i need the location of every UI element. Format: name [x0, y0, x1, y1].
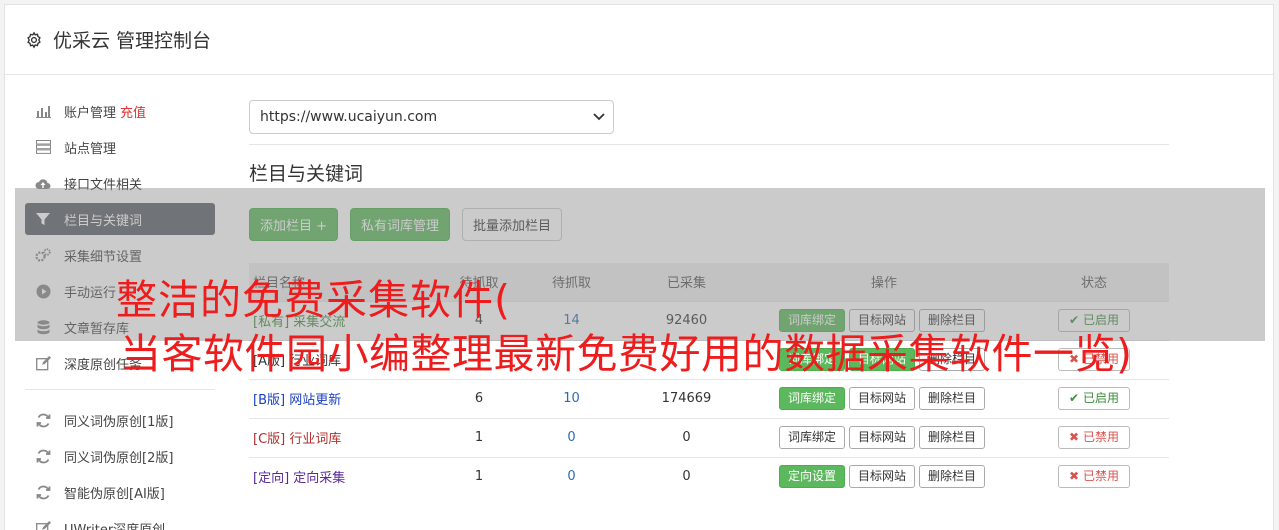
- row-actions: 词库绑定 目标网站 删除栏目: [749, 417, 1019, 457]
- row-status: ✖ 已禁用: [1019, 417, 1169, 457]
- sidebar-divider: [25, 389, 215, 390]
- row-col1: 1: [439, 456, 519, 496]
- row-col1: 6: [439, 378, 519, 418]
- target-site-button[interactable]: 目标网站: [848, 426, 915, 449]
- row-col2[interactable]: 0: [519, 417, 624, 457]
- bind-lexicon-button[interactable]: 词库绑定: [778, 348, 845, 371]
- delete-column-button[interactable]: 删除栏目: [919, 348, 986, 371]
- sidebar-item-label: 智能伪原创[AI版]: [64, 486, 165, 502]
- table-row: [C版] 行业词库 1 0 0 词库绑定 目标网站 删除栏目 ✖ 已禁用: [249, 417, 1169, 457]
- row-col1: [439, 339, 519, 379]
- refresh-icon: [35, 412, 51, 428]
- row-name[interactable]: [B版] 网站更新: [249, 378, 439, 418]
- section-title: 栏目与关键词: [249, 163, 364, 185]
- table-row: [A版] 行业词库 词库绑定 目标网站 删除栏目 ✖ 已禁用: [249, 339, 1169, 379]
- recharge-link[interactable]: 充值: [120, 102, 146, 121]
- sidebar-item-label: 深度原创任务: [64, 357, 143, 373]
- divider: [249, 144, 1169, 145]
- row-name[interactable]: [定向] 定向采集: [249, 456, 439, 496]
- status-label: 已禁用: [1082, 430, 1119, 444]
- sidebar-item-sites[interactable]: 站点管理: [25, 131, 215, 163]
- sidebar-item-label: 同义词伪原创[1版]: [64, 414, 174, 430]
- directed-settings-button[interactable]: 定向设置: [778, 465, 845, 489]
- console-title: 优采云 管理控制台: [53, 30, 212, 52]
- sidebar-item-uwriter[interactable]: UWriter深度原创: [25, 512, 215, 530]
- headline-overlay-band: [15, 188, 1265, 341]
- delete-column-button[interactable]: 删除栏目: [919, 465, 986, 489]
- row-status: ✔ 已启用: [1019, 378, 1169, 418]
- edit-icon: [35, 355, 51, 371]
- site-select[interactable]: https://www.ucaiyun.com: [249, 100, 614, 134]
- row-actions: 词库绑定 目标网站 删除栏目: [749, 339, 1019, 379]
- status-toggle[interactable]: ✔ 已启用: [1058, 387, 1130, 410]
- row-collected: 0: [624, 417, 749, 457]
- bind-lexicon-button[interactable]: 词库绑定: [778, 387, 845, 410]
- server-icon: [35, 139, 51, 155]
- row-status: ✖ 已禁用: [1019, 339, 1169, 379]
- status-toggle[interactable]: ✖ 已禁用: [1058, 348, 1130, 371]
- top-bar: 优采云 管理控制台: [5, 5, 1273, 75]
- sidebar-item-label: 站点管理: [64, 141, 117, 157]
- close-icon: ✖: [1069, 352, 1080, 366]
- row-col2[interactable]: 0: [519, 456, 624, 496]
- refresh-icon: [35, 484, 51, 500]
- row-actions: 词库绑定 目标网站 删除栏目: [749, 378, 1019, 418]
- chevron-down-icon: [593, 109, 605, 125]
- row-col2[interactable]: [519, 339, 624, 379]
- table-row: [定向] 定向采集 1 0 0 定向设置 目标网站 删除栏目 ✖ 已禁用: [249, 456, 1169, 496]
- row-collected: [624, 339, 749, 379]
- sidebar-item-account[interactable]: 账户管理 充值: [25, 95, 215, 127]
- status-label: 已禁用: [1082, 469, 1119, 484]
- table-row: [B版] 网站更新 6 10 174669 词库绑定 目标网站 删除栏目 ✔ 已启用: [249, 378, 1169, 418]
- check-icon: ✔: [1069, 391, 1080, 405]
- target-site-button[interactable]: 目标网站: [848, 348, 915, 371]
- bar-chart-icon: [35, 103, 51, 119]
- sidebar-item-label: 账户管理: [64, 105, 117, 121]
- target-site-button[interactable]: 目标网站: [848, 465, 915, 489]
- status-label: 已禁用: [1082, 352, 1119, 366]
- bind-lexicon-button[interactable]: 词库绑定: [778, 426, 845, 449]
- close-icon: ✖: [1069, 469, 1080, 484]
- row-status: ✖ 已禁用: [1019, 456, 1169, 496]
- sidebar-item-deep-original[interactable]: 深度原创任务: [25, 347, 215, 379]
- target-site-button[interactable]: 目标网站: [848, 387, 915, 410]
- row-col1: 1: [439, 417, 519, 457]
- row-actions: 定向设置 目标网站 删除栏目: [749, 456, 1019, 496]
- refresh-icon: [35, 448, 51, 464]
- row-col2[interactable]: 10: [519, 378, 624, 418]
- status-toggle[interactable]: ✖ 已禁用: [1058, 426, 1130, 449]
- delete-column-button[interactable]: 删除栏目: [919, 426, 986, 449]
- gear-icon: [25, 31, 43, 49]
- sidebar-item-ai-rewrite[interactable]: 智能伪原创[AI版]: [25, 476, 215, 508]
- edit-icon: [35, 520, 51, 530]
- row-collected: 174669: [624, 378, 749, 418]
- close-icon: ✖: [1069, 430, 1080, 444]
- sidebar-item-label: UWriter深度原创: [64, 522, 166, 530]
- status-label: 已启用: [1082, 391, 1119, 405]
- row-name[interactable]: [C版] 行业词库: [249, 417, 439, 457]
- delete-column-button[interactable]: 删除栏目: [919, 387, 986, 410]
- row-name[interactable]: [A版] 行业词库: [249, 339, 439, 379]
- sidebar-item-synonym-v1[interactable]: 同义词伪原创[1版]: [25, 404, 215, 436]
- row-collected: 0: [624, 456, 749, 496]
- status-toggle[interactable]: ✖ 已禁用: [1058, 465, 1130, 489]
- site-select-value: https://www.ucaiyun.com: [260, 109, 438, 125]
- sidebar-item-synonym-v2[interactable]: 同义词伪原创[2版]: [25, 440, 215, 472]
- sidebar-item-label: 同义词伪原创[2版]: [64, 450, 174, 466]
